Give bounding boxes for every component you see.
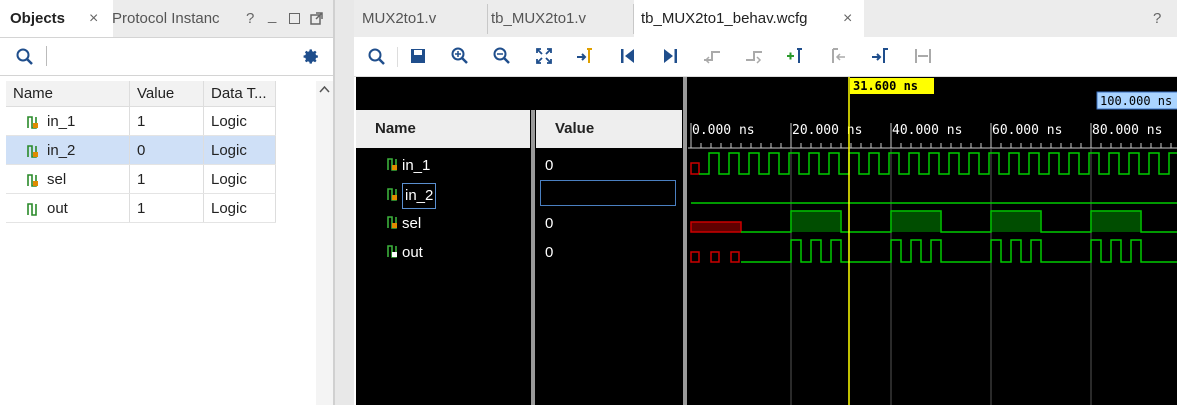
waveform-sel-high-fill <box>891 211 941 232</box>
float-icon[interactable] <box>310 12 323 25</box>
cursor-label: 31.600 ns <box>853 79 918 93</box>
undefined-segment <box>690 251 700 263</box>
time-tick-label: 0.000 ns <box>692 123 755 138</box>
editor-tab-bar: MUX2to1.v tb_MUX2to1.v tb_MUX2to1_behav.… <box>354 0 1177 38</box>
zoom-in-icon[interactable] <box>451 47 469 65</box>
object-name-cell: in_2 <box>6 135 130 165</box>
column-splitter[interactable] <box>683 77 687 405</box>
signal-icon <box>27 173 38 187</box>
panel-splitter[interactable] <box>333 0 335 405</box>
save-icon[interactable] <box>410 48 426 64</box>
end-time-label: 100.000 ns <box>1100 94 1172 108</box>
signal-icon <box>27 144 38 158</box>
signal-icon <box>387 158 397 171</box>
undefined-segment <box>730 251 740 263</box>
object-row-in_1[interactable]: in_1 1 Logic <box>6 106 276 136</box>
left-tab-bar: Objects × Protocol Instanc ? _ <box>0 0 333 38</box>
help-icon[interactable]: ? <box>246 0 254 37</box>
go-to-end-icon[interactable] <box>662 48 678 64</box>
value-column-header[interactable]: Value <box>536 110 682 148</box>
close-icon[interactable]: × <box>843 0 852 37</box>
waveform-viewer: Name Value in_1 in_2sel out 0 0 0 0.000 ns 20… <box>356 77 1177 405</box>
objects-table: Name Value Data T... in_1 1 Logic in_2 0 Logi… <box>6 81 276 223</box>
undefined-segment <box>690 162 700 175</box>
signal-name-in_2[interactable]: in_2 <box>386 183 437 209</box>
waveform-sel-high-fill <box>991 211 1041 232</box>
column-name[interactable]: Name <box>6 81 130 107</box>
search-icon[interactable] <box>16 48 34 66</box>
next-transition-icon[interactable] <box>745 48 763 64</box>
object-type-cell: Logic <box>203 164 276 194</box>
minimize-icon[interactable]: _ <box>268 0 276 34</box>
gear-icon[interactable] <box>303 48 320 65</box>
name-column-header[interactable]: Name <box>356 110 530 148</box>
signal-icon <box>387 188 397 201</box>
time-tick-label: 60.000 ns <box>992 123 1062 138</box>
undefined-segment <box>710 251 720 263</box>
object-value-cell: 1 <box>129 106 204 136</box>
signal-value-sel: 0 <box>545 215 554 232</box>
time-tick-label: 20.000 ns <box>792 123 862 138</box>
vertical-scrollbar[interactable] <box>316 81 333 405</box>
next-marker-icon[interactable] <box>871 48 889 64</box>
object-name-cell: sel <box>6 164 130 194</box>
tab-mux2to1-v[interactable]: MUX2to1.v <box>354 0 488 37</box>
zoom-fit-icon[interactable] <box>536 48 552 64</box>
tab-protocol-instances[interactable]: Protocol Instanc <box>105 0 238 37</box>
object-name-cell: in_1 <box>6 106 130 136</box>
previous-marker-icon[interactable] <box>830 48 848 64</box>
object-type-cell: Logic <box>203 106 276 136</box>
swap-cursors-icon[interactable] <box>914 48 932 64</box>
toolbar-divider <box>397 47 398 67</box>
object-value-cell: 0 <box>129 135 204 165</box>
object-row-in_2[interactable]: in_2 0 Logic <box>6 135 276 165</box>
signal-name-sel[interactable]: sel <box>386 212 421 236</box>
signal-name-in_1[interactable]: in_1 <box>386 154 430 178</box>
column-value[interactable]: Value <box>129 81 204 107</box>
waveform-toolbar <box>354 37 1177 77</box>
object-type-cell: Logic <box>203 193 276 223</box>
signal-value-in_2[interactable] <box>540 180 676 206</box>
toolbar-divider <box>46 46 47 66</box>
undefined-segment <box>690 221 742 233</box>
object-value-cell: 1 <box>129 193 204 223</box>
waveform-canvas[interactable]: 0.000 ns 20.000 ns 40.000 ns 60.000 ns 80.00… <box>688 77 1177 405</box>
objects-panel: Objects × Protocol Instanc ? _ Name Valu… <box>0 0 333 405</box>
signal-name-out[interactable]: out <box>386 241 423 265</box>
close-icon[interactable]: × <box>89 0 98 37</box>
zoom-out-icon[interactable] <box>493 47 511 65</box>
object-row-out[interactable]: out 1 Logic <box>6 193 276 223</box>
waveform-in-1 <box>699 152 1177 175</box>
scroll-up-icon[interactable] <box>316 83 333 95</box>
column-splitter[interactable] <box>531 110 535 405</box>
help-icon[interactable]: ? <box>1153 0 1161 37</box>
signal-icon <box>27 115 38 129</box>
signal-icon <box>27 202 37 216</box>
previous-transition-icon[interactable] <box>703 48 721 64</box>
search-icon[interactable] <box>368 48 385 65</box>
tab-tb-mux2to1-behav-wcfg[interactable]: tb_MUX2to1_behav.wcfg <box>634 0 864 37</box>
go-to-start-icon[interactable] <box>620 48 636 64</box>
object-type-cell: Logic <box>203 135 276 165</box>
signal-icon <box>387 216 397 229</box>
waveform-sel-high-fill <box>1091 211 1141 232</box>
add-marker-icon[interactable] <box>786 48 804 64</box>
tab-divider <box>487 4 488 34</box>
signal-icon <box>387 245 397 258</box>
signal-value-out: 0 <box>545 244 554 261</box>
column-data-type[interactable]: Data T... <box>203 81 276 107</box>
object-value-cell: 1 <box>129 164 204 194</box>
go-to-cursor-icon[interactable] <box>576 48 594 64</box>
maximize-icon[interactable] <box>289 13 300 24</box>
tab-tb-mux2to1-v[interactable]: tb_MUX2to1.v <box>489 0 631 37</box>
objects-toolbar <box>0 38 333 76</box>
waveform-out <box>741 239 1177 263</box>
time-tick-label: 40.000 ns <box>892 123 962 138</box>
object-row-sel[interactable]: sel 1 Logic <box>6 164 276 194</box>
object-name-cell: out <box>6 193 130 223</box>
time-tick-label: 80.000 ns <box>1092 123 1162 138</box>
signal-value-in_1: 0 <box>545 157 554 174</box>
waveform-sel-high-fill <box>791 211 841 232</box>
